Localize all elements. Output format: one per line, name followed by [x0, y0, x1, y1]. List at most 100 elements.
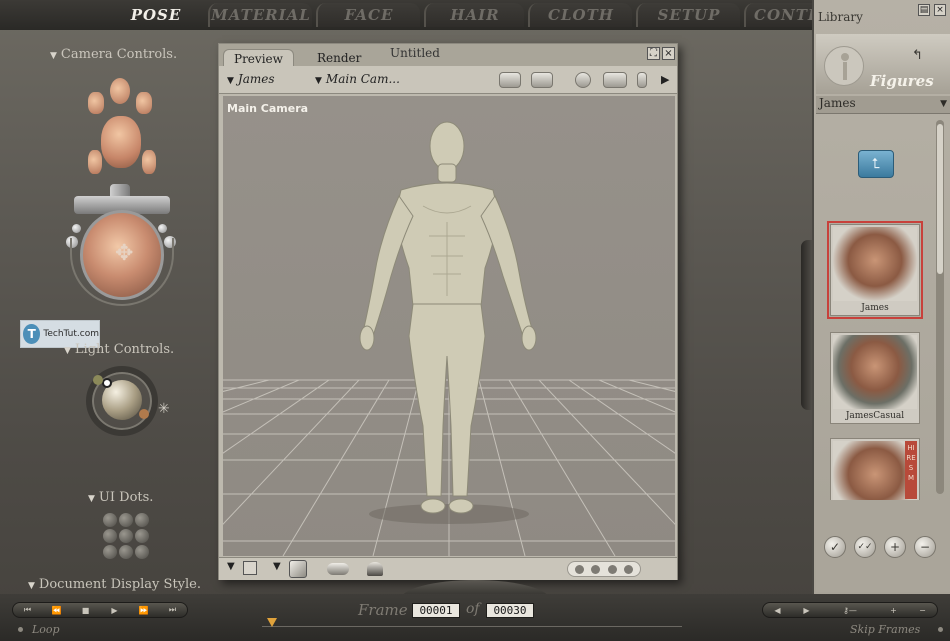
ui-dot-button[interactable]	[135, 513, 149, 527]
library-close-icon[interactable]: ×	[934, 4, 946, 16]
box-tracking-icon[interactable]	[243, 561, 257, 575]
camera-option-dot-icon[interactable]	[158, 224, 167, 233]
tab-setup[interactable]: SETUP	[636, 3, 740, 27]
ui-dot-button[interactable]	[135, 545, 149, 559]
tab-face[interactable]: FACE	[316, 3, 420, 27]
library-subcategory-value: James	[819, 96, 856, 110]
close-icon[interactable]: ×	[662, 47, 675, 60]
layout-dot[interactable]	[591, 564, 601, 574]
tab-cloth[interactable]: CLOTH	[528, 3, 632, 27]
play-right-icon[interactable]: ▶	[661, 73, 669, 86]
dropdown-triangle-icon: ▼	[315, 76, 322, 86]
step-forward-icon[interactable]: ⏩	[129, 606, 158, 615]
library-scroll-thumb[interactable]	[937, 124, 943, 274]
delete-key-icon[interactable]: −	[908, 606, 937, 615]
camera-controls-header[interactable]: ▼ Camera Controls.	[50, 47, 177, 62]
document-titlebar[interactable]: Preview Render Untitled ⛶ ×	[219, 44, 677, 67]
add-key-icon[interactable]: +	[879, 606, 908, 615]
display-style-dropdown-icon[interactable]: ▼	[227, 561, 235, 572]
timeline-playhead-icon[interactable]	[267, 618, 277, 627]
light-controls-label: Light Controls.	[74, 342, 175, 357]
ui-dot-button[interactable]	[103, 545, 117, 559]
rotate-left-hand-icon[interactable]	[88, 150, 102, 174]
3d-viewport[interactable]: Main Camera	[223, 96, 675, 556]
move-xy-icon[interactable]	[603, 72, 627, 88]
tab-render[interactable]: Render	[307, 49, 371, 67]
ui-dots-header[interactable]: ▼ UI Dots.	[88, 490, 153, 505]
previous-key-icon[interactable]: ◀	[763, 606, 792, 615]
tab-content[interactable]: CONTE	[744, 3, 812, 27]
light-handle-icon[interactable]	[102, 378, 112, 388]
rotate-right-hand-icon[interactable]	[142, 150, 156, 174]
library-item-label: James	[861, 303, 889, 313]
render-style-dropdown-icon[interactable]: ▼	[273, 561, 281, 572]
ui-dot-button[interactable]	[135, 529, 149, 543]
apply-item-button[interactable]: ✓	[824, 536, 846, 558]
camera-controls-label: Camera Controls.	[60, 47, 178, 62]
orbit-icon[interactable]	[575, 72, 591, 88]
loop-toggle-icon[interactable]	[18, 627, 23, 632]
layout-dot[interactable]	[607, 564, 617, 574]
right-hand-camera-icon[interactable]	[136, 92, 152, 114]
remove-from-library-button[interactable]: −	[914, 536, 936, 558]
ui-dot-button[interactable]	[103, 529, 117, 543]
figure-silhouette-icon	[824, 46, 864, 86]
move-z-icon[interactable]	[637, 72, 647, 88]
figure-james[interactable]	[359, 121, 537, 514]
camera-select[interactable]: ▼ Main Cam...	[315, 72, 400, 86]
play-icon[interactable]: ▶	[100, 606, 129, 615]
step-back-icon[interactable]: ⏪	[42, 606, 71, 615]
library-item-hires[interactable]: HI RES M	[830, 438, 920, 500]
folder-up-icon[interactable]: ⮤	[858, 150, 894, 178]
layout-dot[interactable]	[623, 564, 633, 574]
skip-frames-toggle-icon[interactable]	[938, 627, 943, 632]
camera-trackball-icon[interactable]: ✥	[80, 210, 164, 300]
techtut-logo-icon: T	[23, 324, 41, 344]
ground-shadow-icon[interactable]	[327, 563, 349, 575]
library-item-james[interactable]: James	[827, 221, 923, 319]
light-properties-icon[interactable]: ✳	[158, 401, 170, 417]
viewport-scene	[223, 121, 675, 556]
ui-dot-button[interactable]	[119, 529, 133, 543]
current-frame-field[interactable]: 00001	[412, 603, 460, 618]
apply-multiple-button[interactable]: ✓✓	[854, 536, 876, 558]
figure-select[interactable]: ▼ James	[227, 72, 275, 86]
timeline-scrubber[interactable]	[262, 626, 682, 627]
ui-dot-button[interactable]	[103, 513, 117, 527]
library-scrollbar[interactable]	[936, 120, 944, 494]
maximize-icon[interactable]: ⛶	[647, 47, 660, 60]
document-display-style-header[interactable]: ▼ Document Display Style.	[28, 577, 201, 592]
face-camera-icon[interactable]	[110, 78, 130, 104]
light-handle-icon[interactable]	[93, 375, 103, 385]
key-icon[interactable]: ⚷—	[821, 606, 879, 615]
camera-view-icon[interactable]	[499, 72, 521, 88]
tab-pose[interactable]: POSE	[110, 3, 202, 27]
collapse-triangle-icon: ▼	[88, 494, 95, 504]
tab-preview[interactable]: Preview	[223, 49, 294, 67]
tab-material[interactable]: MATERIAL	[208, 3, 312, 27]
next-key-icon[interactable]: ▶	[792, 606, 821, 615]
library-pin-icon[interactable]: ▤	[918, 4, 930, 16]
go-to-end-icon[interactable]: ⏭	[158, 605, 187, 615]
stop-icon[interactable]: ■	[71, 606, 100, 615]
cube-render-icon[interactable]	[289, 560, 307, 578]
ui-dot-button[interactable]	[119, 545, 133, 559]
library-category-header[interactable]: ↰ Figures	[816, 34, 950, 94]
tab-hair[interactable]: HAIR	[424, 3, 524, 27]
total-frames-field[interactable]: 00030	[486, 603, 534, 618]
left-hand-camera-icon[interactable]	[88, 92, 104, 114]
camera-option-dot-icon[interactable]	[72, 224, 81, 233]
light-handle-icon[interactable]	[139, 409, 149, 419]
light-bulb-icon[interactable]	[367, 562, 383, 576]
light-controls-header[interactable]: ▼ Light Controls.	[64, 342, 174, 357]
dual-camera-icon[interactable]	[531, 72, 553, 88]
add-to-library-button[interactable]: +	[884, 536, 906, 558]
layout-dot[interactable]	[575, 564, 585, 574]
library-item-jamescasual[interactable]: JamesCasual	[830, 332, 920, 424]
head-camera-icon[interactable]	[101, 116, 141, 168]
layout-pill[interactable]	[567, 561, 641, 577]
swap-arrows-icon[interactable]: ↰	[912, 48, 923, 63]
go-to-start-icon[interactable]: ⏮	[13, 605, 42, 615]
library-subcategory-select[interactable]: James ▼	[816, 96, 950, 114]
ui-dot-button[interactable]	[119, 513, 133, 527]
